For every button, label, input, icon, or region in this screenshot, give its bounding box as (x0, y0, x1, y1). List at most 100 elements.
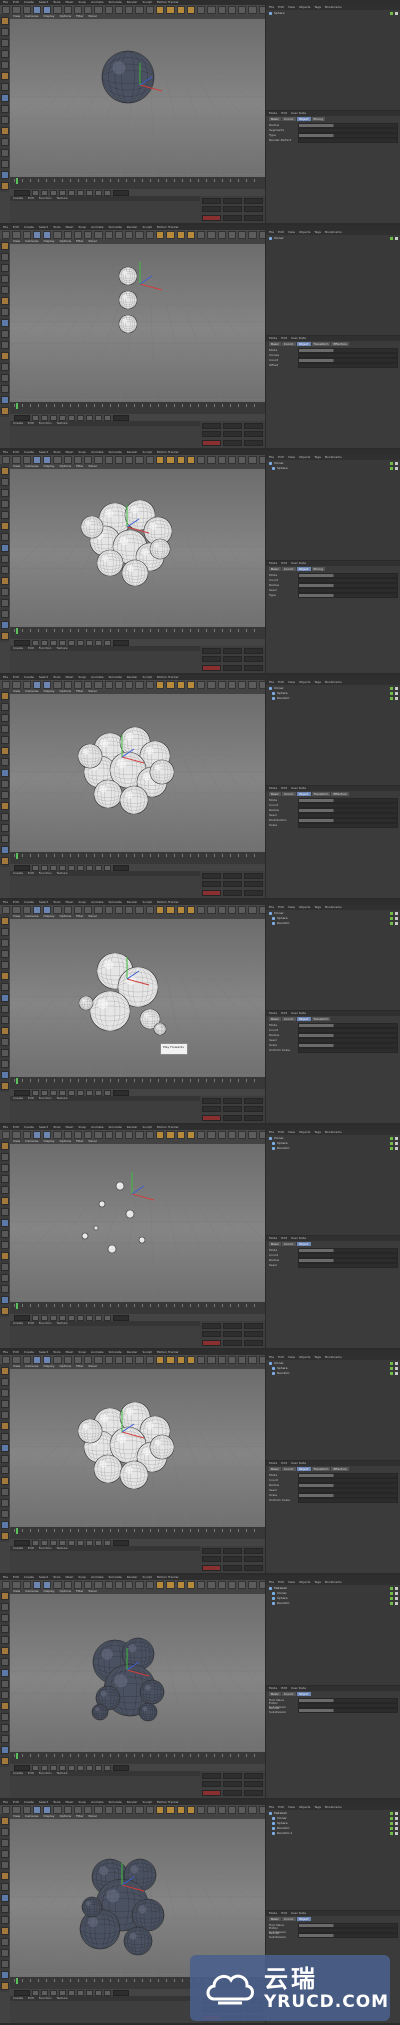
toolbar-tool-icon[interactable] (186, 1580, 196, 1589)
mode-tool-icon[interactable] (0, 555, 9, 563)
toolbar-tool-icon[interactable] (2, 905, 11, 914)
toolbar-tool-icon[interactable] (12, 230, 21, 239)
coordinate-field[interactable] (202, 1556, 221, 1563)
playback-button-icon[interactable] (41, 1314, 48, 1321)
attribute-menu-user-data[interactable]: User Data (291, 111, 306, 116)
toolbar-tool-icon[interactable] (94, 905, 103, 914)
toolbar-tool-icon[interactable] (155, 5, 165, 14)
toolbar-tool-icon[interactable] (166, 1805, 175, 1814)
mode-tool-icon[interactable] (0, 1916, 9, 1924)
mode-tool-icon[interactable] (0, 1285, 9, 1293)
toolbar-tool-icon[interactable] (155, 230, 165, 239)
mode-tool-icon[interactable] (0, 467, 9, 475)
mode-tool-icon[interactable] (0, 835, 9, 843)
playback-button-icon[interactable] (32, 189, 39, 196)
tag-icon[interactable] (395, 1816, 398, 1820)
material-menu-edit[interactable]: Edit (28, 871, 34, 876)
toolbar-tool-icon[interactable] (155, 680, 165, 689)
material-menu-function[interactable]: Function (39, 1096, 52, 1101)
toolbar-tool-icon[interactable] (2, 1130, 11, 1139)
toolbar-tool-icon[interactable] (43, 455, 52, 464)
coordinate-field[interactable] (202, 1114, 221, 1121)
mode-tool-icon[interactable] (0, 478, 9, 486)
playback-button-icon[interactable] (50, 1539, 57, 1546)
mode-tool-icon[interactable] (0, 264, 9, 272)
mode-tool-icon[interactable] (0, 599, 9, 607)
mode-tool-icon[interactable] (0, 917, 9, 925)
coordinate-field[interactable] (202, 1331, 221, 1338)
frame-start-field[interactable] (14, 1314, 30, 1321)
coordinate-field[interactable] (202, 439, 221, 446)
timeline-ruler[interactable] (10, 1077, 265, 1089)
mode-tool-icon[interactable] (0, 1389, 9, 1397)
mode-tool-icon[interactable] (0, 1455, 9, 1463)
object-menu-tags[interactable]: Tags (314, 1130, 321, 1135)
coordinate-field[interactable] (223, 656, 242, 663)
material-menu-edit[interactable]: Edit (28, 196, 34, 201)
coordinate-field[interactable] (202, 1548, 221, 1554)
attribute-tab[interactable]: Coord. (281, 117, 296, 121)
playback-button-icon[interactable] (32, 1314, 39, 1321)
object-row[interactable]: Sphere (269, 1821, 398, 1825)
mode-tool-icon[interactable] (0, 138, 9, 146)
toolbar-tool-icon[interactable] (84, 5, 93, 14)
object-row[interactable]: Cloner (269, 461, 398, 465)
playback-button-icon[interactable] (104, 1539, 111, 1546)
mode-tool-icon[interactable] (0, 127, 9, 135)
material-menu-texture[interactable]: Texture (57, 1771, 68, 1776)
toolbar-tool-icon[interactable] (63, 230, 72, 239)
toolbar-tool-icon[interactable] (22, 5, 31, 14)
toolbar-tool-icon[interactable] (125, 680, 134, 689)
playback-button-icon[interactable] (86, 1989, 93, 1996)
playback-button-icon[interactable] (104, 1089, 111, 1096)
playback-button-icon[interactable] (77, 414, 84, 421)
toolbar-tool-icon[interactable] (104, 1805, 113, 1814)
attribute-menu-user-data[interactable]: User Data (291, 786, 306, 791)
frame-end-field[interactable] (113, 639, 129, 646)
playback-button-icon[interactable] (32, 639, 39, 646)
mode-tool-icon[interactable] (0, 1164, 9, 1172)
toolbar-tool-icon[interactable] (155, 1130, 165, 1139)
object-menu-bookmarks[interactable]: Bookmarks (325, 1355, 342, 1360)
toolbar-tool-icon[interactable] (145, 455, 154, 464)
toolbar-tool-icon[interactable] (73, 680, 83, 689)
enabled-check-icon[interactable] (390, 1831, 393, 1835)
toolbar-tool-icon[interactable] (217, 1355, 226, 1364)
toolbar-tool-icon[interactable] (197, 455, 206, 464)
mode-tool-icon[interactable] (0, 857, 9, 865)
coordinate-field[interactable] (223, 1323, 242, 1329)
playback-button-icon[interactable] (68, 1764, 75, 1771)
object-menu-bookmarks[interactable]: Bookmarks (325, 905, 342, 910)
coordinate-field[interactable] (202, 1773, 221, 1779)
object-row[interactable]: Sphere (269, 1366, 398, 1370)
current-frame-marker[interactable] (16, 1978, 18, 1984)
attribute-tab[interactable]: Coord. (281, 1467, 296, 1471)
playback-button-icon[interactable] (77, 1764, 84, 1771)
playback-button-icon[interactable] (77, 1089, 84, 1096)
toolbar-tool-icon[interactable] (217, 1805, 226, 1814)
attribute-menu-user-data[interactable]: User Data (291, 1911, 306, 1916)
frame-start-field[interactable] (14, 864, 30, 871)
toolbar-tool-icon[interactable] (145, 1580, 154, 1589)
coordinate-field[interactable] (244, 439, 263, 446)
mode-tool-icon[interactable] (0, 286, 9, 294)
mode-tool-icon[interactable] (0, 1252, 9, 1260)
tag-icon[interactable] (395, 1821, 398, 1825)
mode-tool-icon[interactable] (0, 1422, 9, 1430)
object-menu-edit[interactable]: Edit (278, 1130, 284, 1135)
coordinate-field[interactable] (202, 1339, 221, 1346)
mode-tool-icon[interactable] (0, 17, 9, 25)
object-menu-edit[interactable]: Edit (278, 905, 284, 910)
playback-button-icon[interactable] (68, 1989, 75, 1996)
object-menu-file[interactable]: File (269, 455, 274, 460)
mode-tool-icon[interactable] (0, 1367, 9, 1375)
toolbar-tool-icon[interactable] (53, 5, 62, 14)
mode-tool-icon[interactable] (0, 813, 9, 821)
mode-tool-icon[interactable] (0, 1927, 9, 1935)
object-name[interactable]: Sphere (277, 1366, 288, 1370)
attribute-tab[interactable]: Object (296, 1917, 311, 1921)
toolbar-tool-icon[interactable] (104, 1355, 113, 1364)
toolbar-tool-icon[interactable] (125, 1580, 134, 1589)
mode-tool-icon[interactable] (0, 1230, 9, 1238)
toolbar-tool-icon[interactable] (43, 680, 52, 689)
